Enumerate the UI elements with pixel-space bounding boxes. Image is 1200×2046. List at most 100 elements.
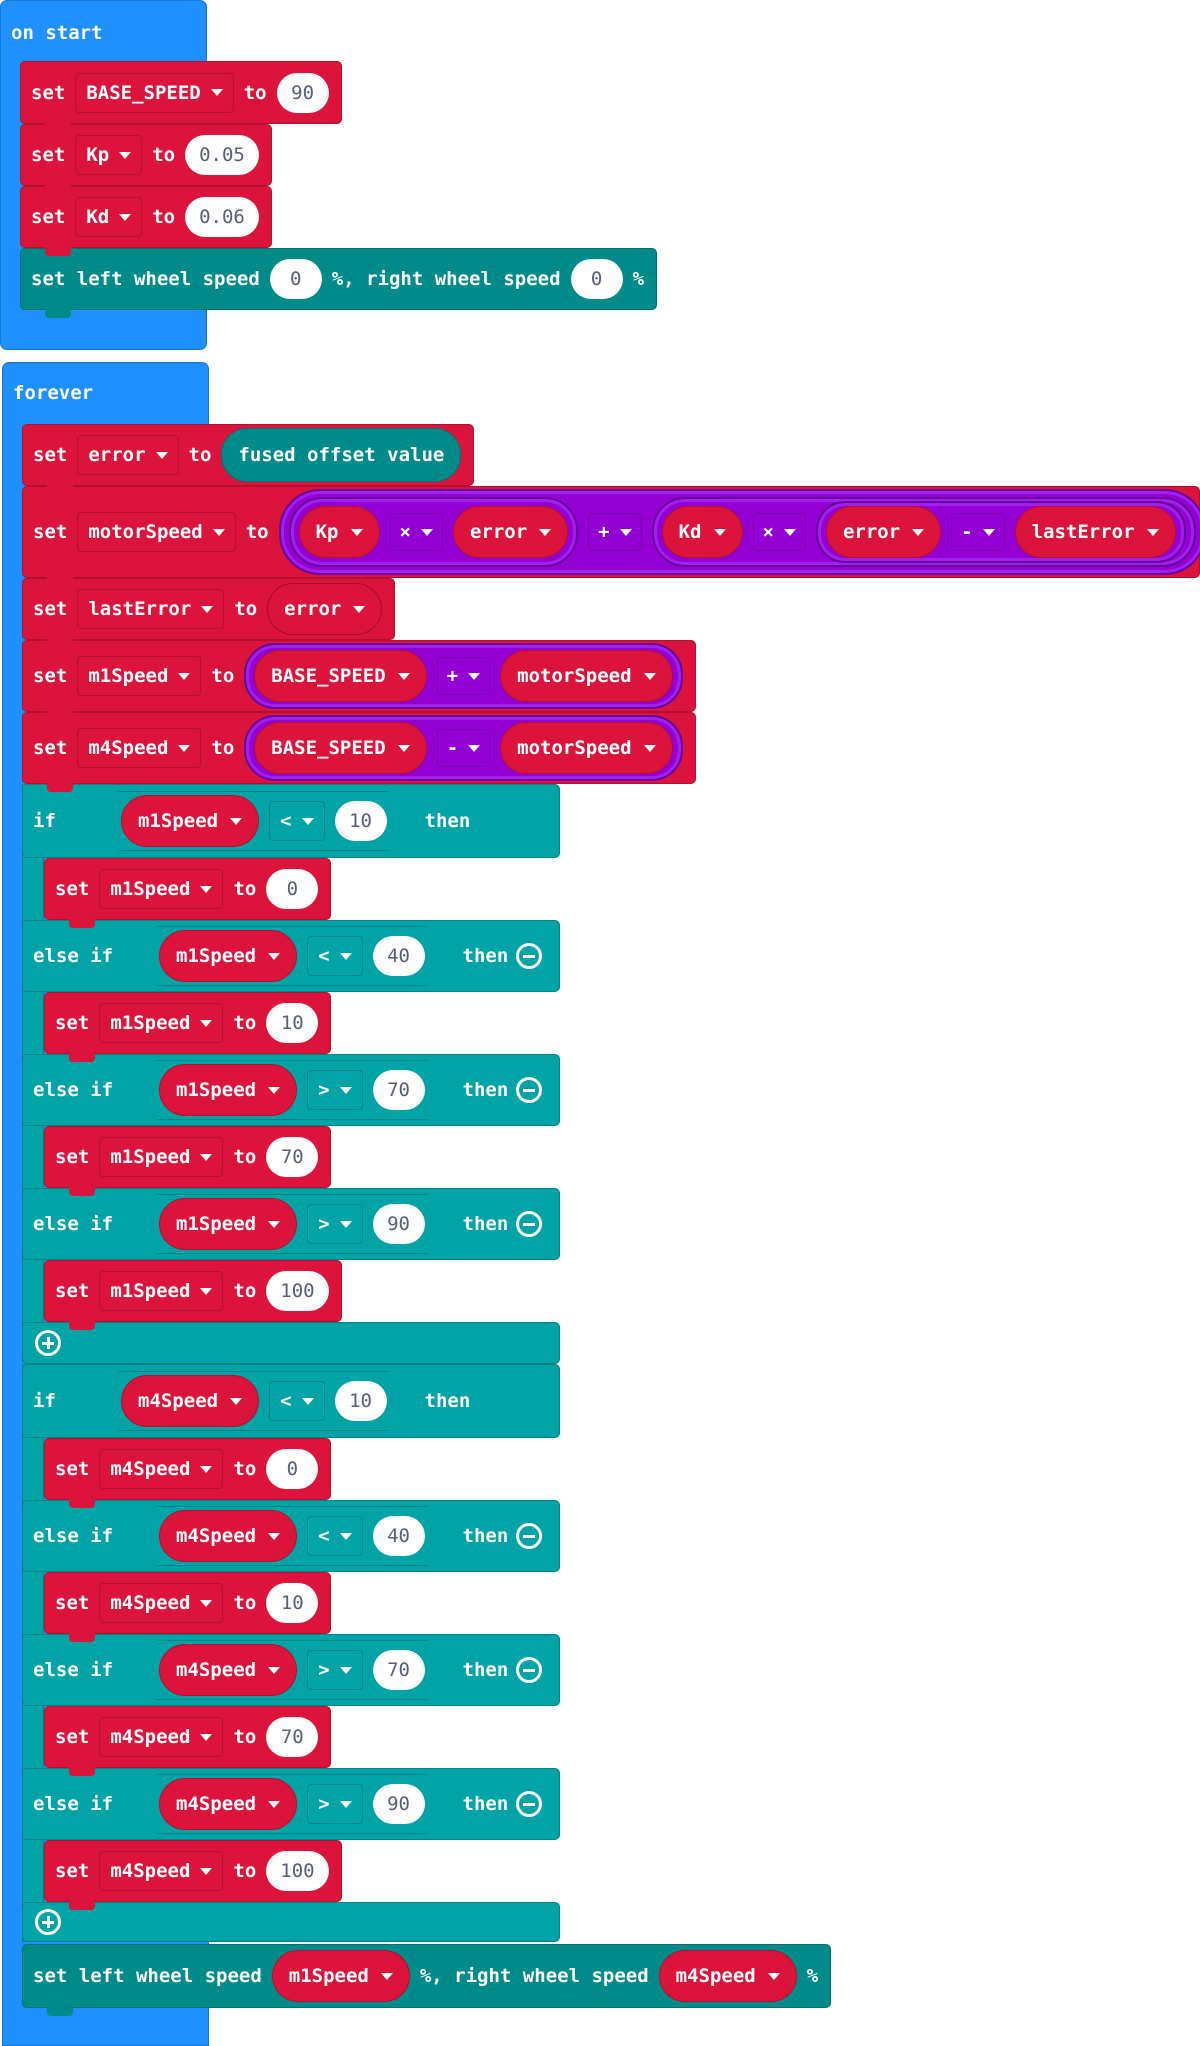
set-error-block[interactable]: set error to fused offset value — [22, 424, 475, 494]
plus-circle-icon[interactable] — [35, 1909, 61, 1935]
variable-dropdown[interactable]: Kp — [75, 135, 143, 175]
math-add-reporter[interactable]: BASE_SPEED + motorSpeed — [244, 643, 683, 709]
number-input[interactable]: 90 — [276, 72, 329, 113]
set-m1-speed-block[interactable]: set m1Speed to BASE_SPEED + motorSpeed — [22, 640, 696, 720]
variable-dropdown[interactable]: m1Speed — [77, 656, 202, 696]
number-input[interactable]: 70 — [266, 1137, 319, 1177]
variable-reporter-m1speed[interactable]: m1Speed — [271, 1950, 410, 2002]
number-input[interactable]: 90 — [373, 1784, 425, 1824]
compare-reporter[interactable]: m4Speed < 40 — [129, 1506, 455, 1566]
compare-reporter[interactable]: m1Speed < 10 — [91, 791, 417, 851]
variable-reporter-base-speed[interactable]: BASE_SPEED — [254, 650, 427, 702]
variable-dropdown[interactable]: BASE_SPEED — [75, 72, 234, 113]
variable-reporter-kd[interactable]: Kd — [661, 506, 743, 558]
else-if-m1-header[interactable]: else if m1Speed < 40 then — [22, 920, 560, 992]
number-input[interactable]: 40 — [373, 936, 425, 976]
math-subtract-reporter[interactable]: error - lastError — [815, 501, 1186, 563]
variable-reporter-motor-speed[interactable]: motorSpeed — [500, 722, 673, 774]
compare-operator-dropdown[interactable]: < — [269, 1381, 324, 1421]
set-m1-branch-block[interactable]: set m1Speed to 70 — [44, 1126, 332, 1196]
operator-dropdown[interactable]: + — [436, 657, 491, 695]
set-kp-block[interactable]: set Kp to 0.05 — [20, 124, 272, 194]
minus-circle-icon[interactable] — [516, 1211, 543, 1237]
variable-dropdown[interactable]: Kd — [75, 197, 143, 237]
variable-reporter-m4speed[interactable]: m4Speed — [159, 1778, 297, 1830]
variable-reporter-m4speed[interactable]: m4Speed — [159, 1644, 297, 1696]
if-m1-header[interactable]: if m1Speed < 10 then — [22, 784, 560, 858]
set-m1-branch-block[interactable]: set m1Speed to 0 — [44, 858, 332, 928]
compare-operator-dropdown[interactable]: > — [307, 1650, 362, 1690]
number-input[interactable]: 10 — [266, 1003, 319, 1043]
variable-reporter-m4speed[interactable]: m4Speed — [121, 1375, 259, 1427]
variable-reporter-m1speed[interactable]: m1Speed — [121, 795, 259, 847]
variable-dropdown[interactable]: m1Speed — [99, 869, 224, 909]
minus-circle-icon[interactable] — [516, 1523, 543, 1549]
minus-circle-icon[interactable] — [516, 1657, 543, 1683]
variable-reporter-motor-speed[interactable]: motorSpeed — [500, 650, 673, 702]
variable-dropdown[interactable]: m1Speed — [99, 1271, 224, 1311]
compare-operator-dropdown[interactable]: < — [307, 1516, 362, 1556]
variable-reporter-error[interactable]: error — [267, 583, 383, 635]
number-input[interactable]: 10 — [335, 801, 387, 841]
else-if-m4-header[interactable]: else if m4Speed < 40 then — [22, 1500, 560, 1572]
set-kd-block[interactable]: set Kd to 0.06 — [20, 186, 272, 256]
variable-reporter-error[interactable]: error — [452, 506, 569, 558]
variable-reporter-base-speed[interactable]: BASE_SPEED — [254, 722, 427, 774]
math-multiply-reporter[interactable]: Kp × error — [288, 497, 579, 567]
variable-reporter-error[interactable]: error — [825, 506, 942, 558]
variable-reporter-last-error[interactable]: lastError — [1014, 506, 1176, 558]
variable-dropdown[interactable]: motorSpeed — [77, 512, 236, 552]
variable-reporter-m1speed[interactable]: m1Speed — [159, 930, 297, 982]
if-m4-footer[interactable] — [22, 1902, 560, 1942]
compare-operator-dropdown[interactable]: > — [307, 1784, 362, 1824]
else-if-m4-header[interactable]: else if m4Speed > 70 then — [22, 1634, 560, 1706]
compare-operator-dropdown[interactable]: < — [307, 936, 362, 976]
number-input[interactable]: 40 — [373, 1516, 425, 1556]
variable-reporter-m1speed[interactable]: m1Speed — [159, 1198, 297, 1250]
minus-circle-icon[interactable] — [516, 1077, 543, 1103]
operator-dropdown[interactable]: + — [588, 513, 642, 551]
operator-dropdown[interactable]: × — [389, 513, 443, 551]
set-m4-branch-block[interactable]: set m4Speed to 0 — [44, 1438, 332, 1508]
set-base-speed-block[interactable]: set BASE_SPEED to 90 — [20, 61, 342, 132]
compare-operator-dropdown[interactable]: > — [307, 1204, 362, 1244]
fused-offset-reporter[interactable]: fused offset value — [221, 428, 462, 482]
number-input[interactable]: 0.06 — [185, 197, 259, 237]
else-if-m1-header[interactable]: else if m1Speed > 70 then — [22, 1054, 560, 1126]
variable-reporter-m1speed[interactable]: m1Speed — [159, 1064, 297, 1116]
variable-dropdown[interactable]: m4Speed — [99, 1851, 224, 1891]
variable-dropdown[interactable]: m1Speed — [99, 1137, 224, 1177]
minus-circle-icon[interactable] — [516, 943, 543, 969]
set-wheel-speed-block[interactable]: set left wheel speed m1Speed %, right wh… — [22, 1944, 832, 2016]
if-m1-footer[interactable] — [22, 1322, 560, 1364]
number-input[interactable]: 0.05 — [185, 135, 259, 175]
else-if-m1-header[interactable]: else if m1Speed > 90 then — [22, 1188, 560, 1260]
set-m4-branch-block[interactable]: set m4Speed to 70 — [44, 1706, 332, 1776]
variable-dropdown[interactable]: m4Speed — [77, 728, 202, 768]
number-input[interactable]: 10 — [266, 1583, 319, 1623]
compare-operator-dropdown[interactable]: > — [307, 1070, 362, 1110]
variable-reporter-kp[interactable]: Kp — [298, 506, 380, 558]
set-m4-branch-block[interactable]: set m4Speed to 100 — [44, 1840, 342, 1910]
operator-dropdown[interactable]: - — [436, 729, 491, 767]
number-input[interactable]: 100 — [266, 1851, 329, 1891]
set-last-error-block[interactable]: set lastError to error — [22, 578, 396, 648]
operator-dropdown[interactable]: × — [752, 513, 806, 551]
else-if-m4-header[interactable]: else if m4Speed > 90 then — [22, 1768, 560, 1840]
math-multiply-reporter[interactable]: Kd × error - lastError — [651, 497, 1196, 567]
variable-reporter-m4speed[interactable]: m4Speed — [159, 1510, 297, 1562]
if-m4-header[interactable]: if m4Speed < 10 then — [22, 1364, 560, 1438]
number-input[interactable]: 0 — [266, 1449, 319, 1489]
operator-dropdown[interactable]: - — [951, 513, 1005, 551]
right-speed-input[interactable]: 0 — [570, 259, 623, 299]
number-input[interactable]: 10 — [335, 1381, 387, 1421]
variable-dropdown[interactable]: lastError — [77, 589, 225, 629]
variable-dropdown[interactable]: m4Speed — [99, 1717, 224, 1757]
set-m4-speed-block[interactable]: set m4Speed to BASE_SPEED - motorSpeed — [22, 712, 696, 792]
variable-dropdown[interactable]: m4Speed — [99, 1583, 224, 1623]
number-input[interactable]: 0 — [266, 869, 319, 909]
compare-reporter[interactable]: m4Speed < 10 — [91, 1371, 417, 1431]
number-input[interactable]: 100 — [266, 1271, 329, 1311]
set-m4-branch-block[interactable]: set m4Speed to 10 — [44, 1572, 332, 1642]
math-subtract-reporter[interactable]: BASE_SPEED - motorSpeed — [244, 715, 683, 781]
